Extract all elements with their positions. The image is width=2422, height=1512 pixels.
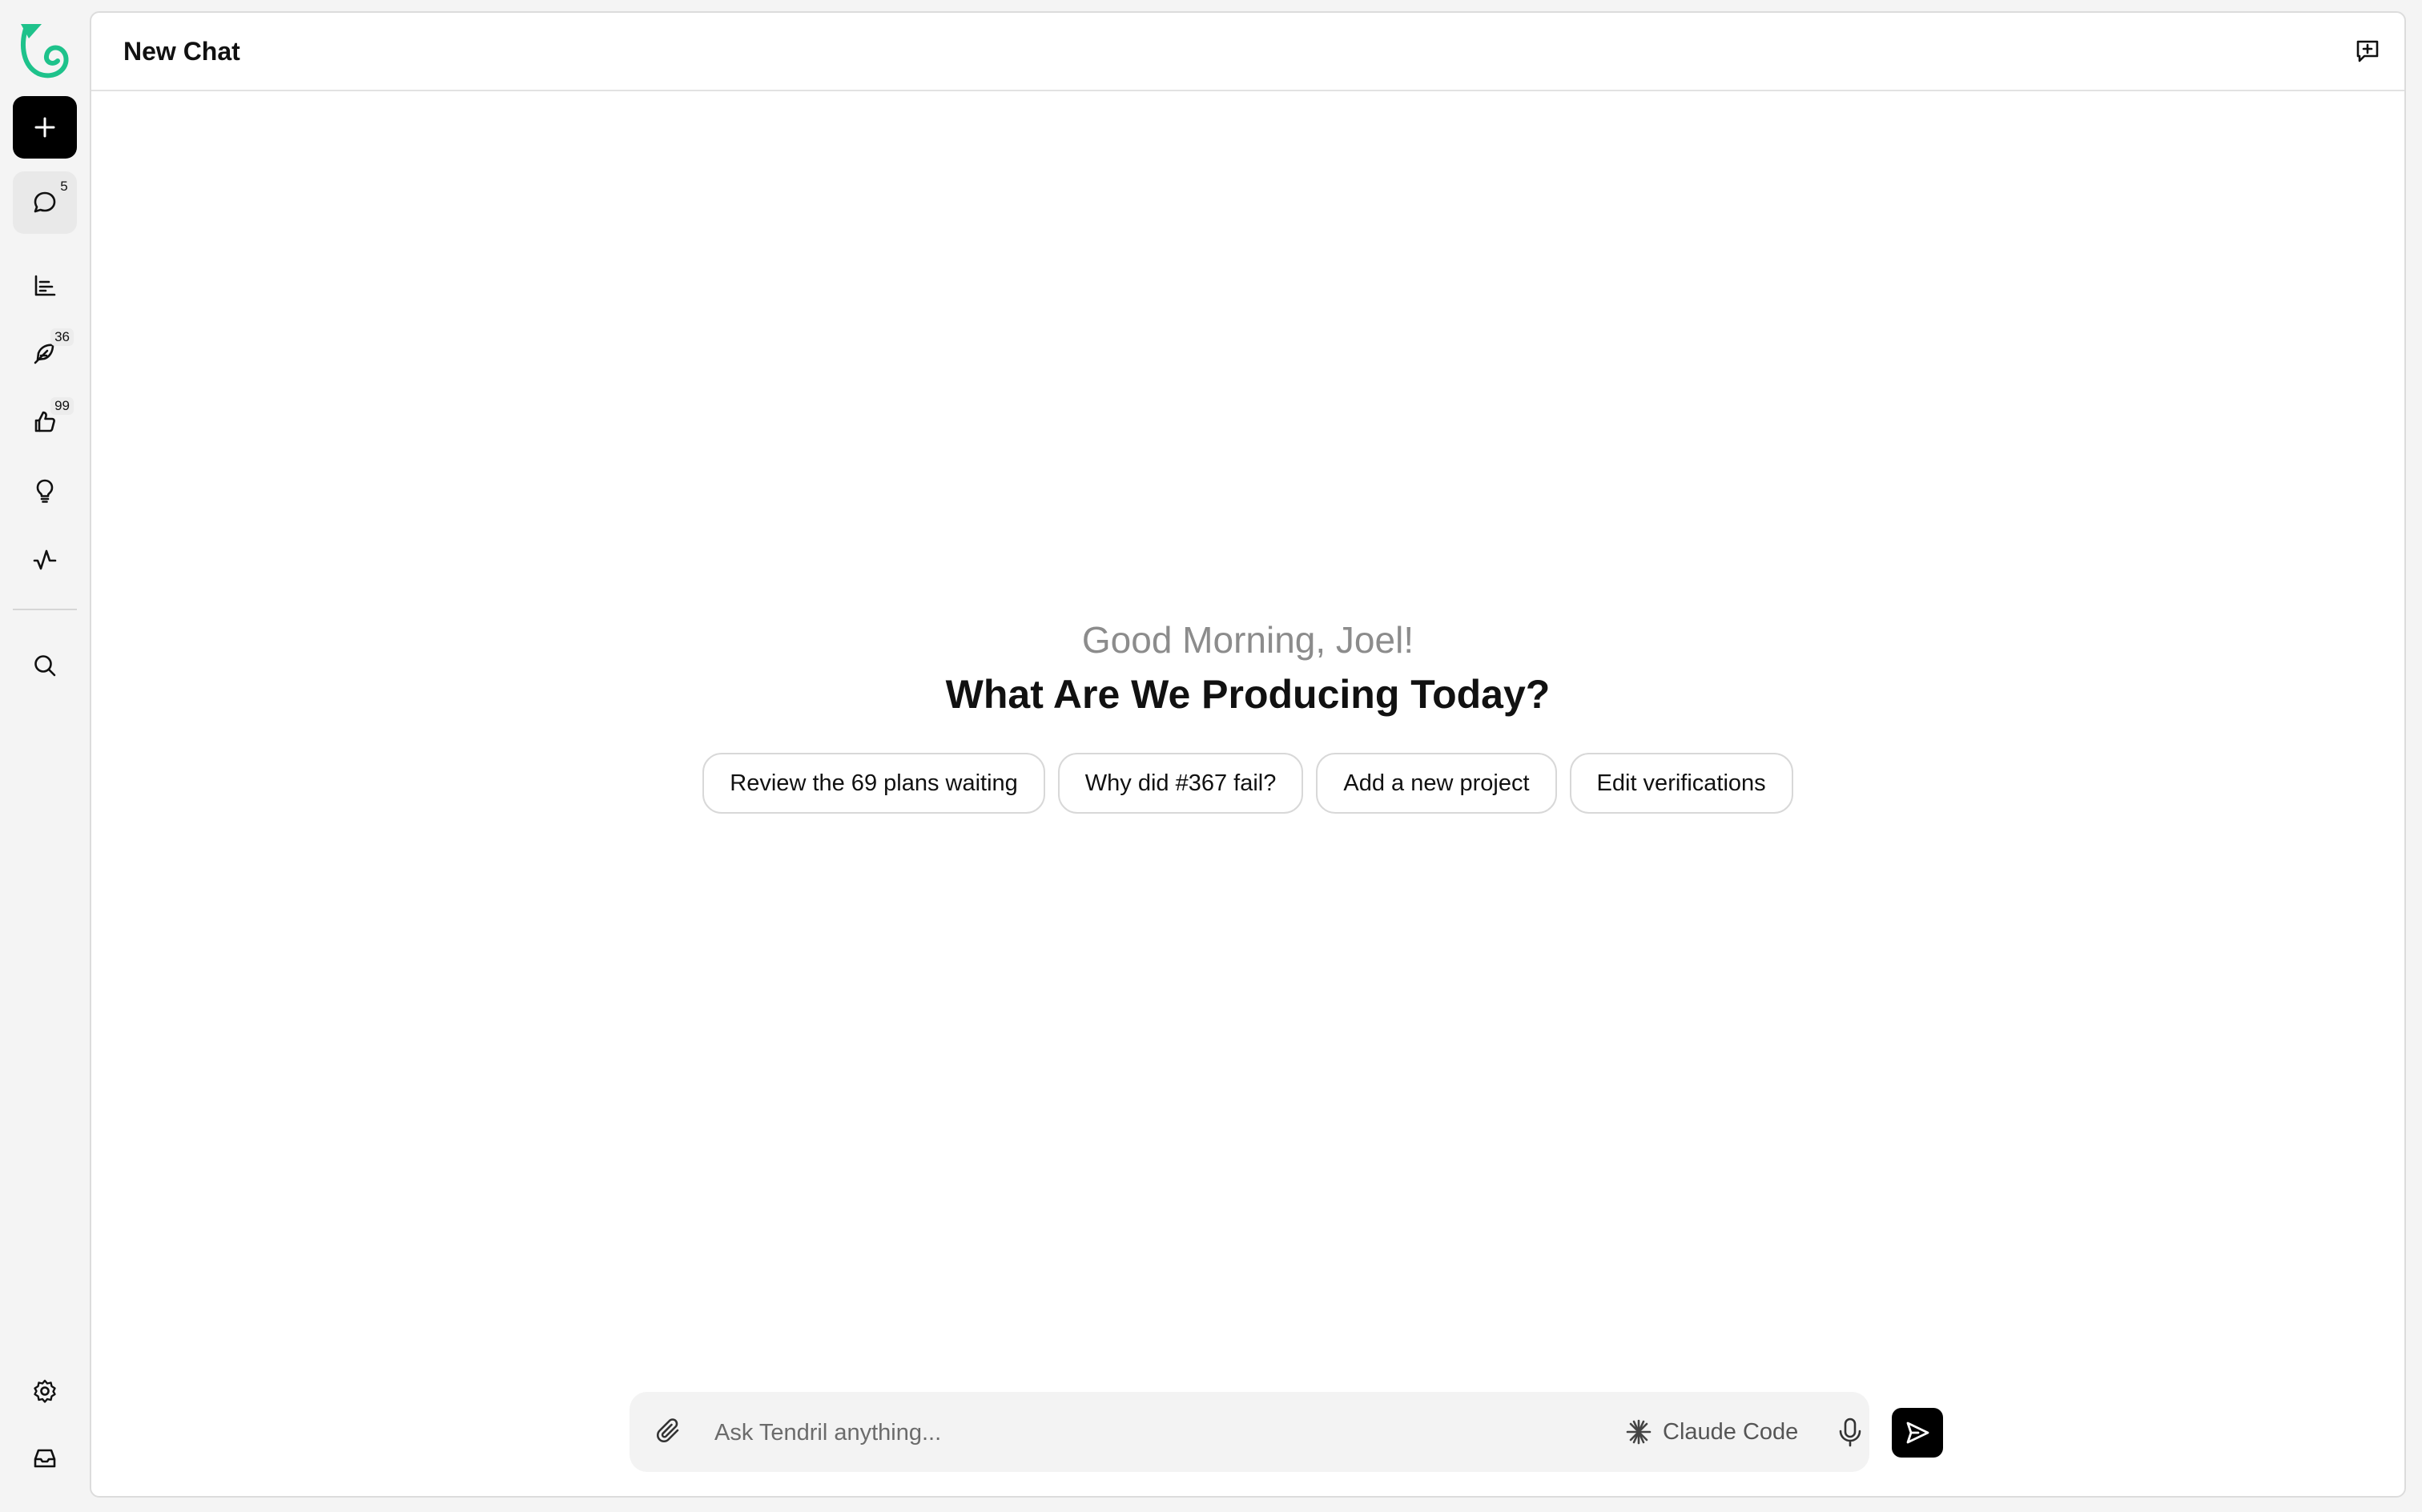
chat-composer: Claude Code [630,1392,1943,1472]
tendril-logo-icon[interactable] [18,21,72,78]
sidebar-search-button[interactable] [13,634,77,697]
send-button[interactable] [1892,1408,1943,1458]
inbox-icon [34,1449,56,1468]
page-title: New Chat [123,37,240,66]
sidebar-item-analytics[interactable] [13,255,77,317]
suggestion-edit-verifications[interactable]: Edit verifications [1569,753,1793,814]
sidebar-item-plans[interactable]: 36 [13,322,77,384]
plus-icon [34,117,55,138]
app: 5 36 99 New Chat Good Morning, Joel! Wha… [0,0,2422,1512]
lightbulb-icon [36,479,54,503]
paperclip-icon[interactable] [654,1416,686,1448]
suggestion-review-plans[interactable]: Review the 69 plans waiting [702,753,1045,814]
model-selector[interactable]: Claude Code [1624,1411,1798,1453]
search-icon [34,655,56,677]
bar-chart-icon [34,275,56,296]
sidebar-settings-button[interactable] [13,1360,77,1422]
suggestion-chips: Review the 69 plans waiting Why did #367… [91,753,2404,814]
sparkle-icon [1626,1419,1652,1445]
sidebar-item-chats[interactable]: 5 [13,171,77,234]
gear-icon [34,1379,56,1403]
sidebar-item-activity[interactable] [13,529,77,591]
sidebar-item-ideas[interactable] [13,460,77,522]
chats-badge: 5 [60,179,68,194]
approvals-badge: 99 [50,397,74,415]
suggestion-why-fail[interactable]: Why did #367 fail? [1057,753,1304,814]
send-icon [1906,1422,1929,1444]
chat-input[interactable] [713,1413,1437,1453]
activity-icon [33,549,57,570]
sidebar-divider [13,609,77,610]
main-panel: New Chat Good Morning, Joel! What Are We… [90,11,2406,1498]
plans-badge: 36 [50,328,74,346]
new-chat-button[interactable] [13,96,77,159]
headline-text: What Are We Producing Today? [945,672,1551,717]
sidebar: 5 36 99 [0,0,90,1512]
suggestion-add-project[interactable]: Add a new project [1316,753,1557,814]
microphone-icon[interactable] [1833,1414,1868,1450]
page-header: New Chat [91,13,2404,91]
sidebar-inbox-button[interactable] [13,1427,77,1490]
sidebar-item-approvals[interactable]: 99 [13,391,77,453]
greeting-text: Good Morning, Joel! [1081,619,1414,661]
new-chat-icon[interactable] [2353,37,2382,66]
model-label: Claude Code [1663,1418,1799,1445]
